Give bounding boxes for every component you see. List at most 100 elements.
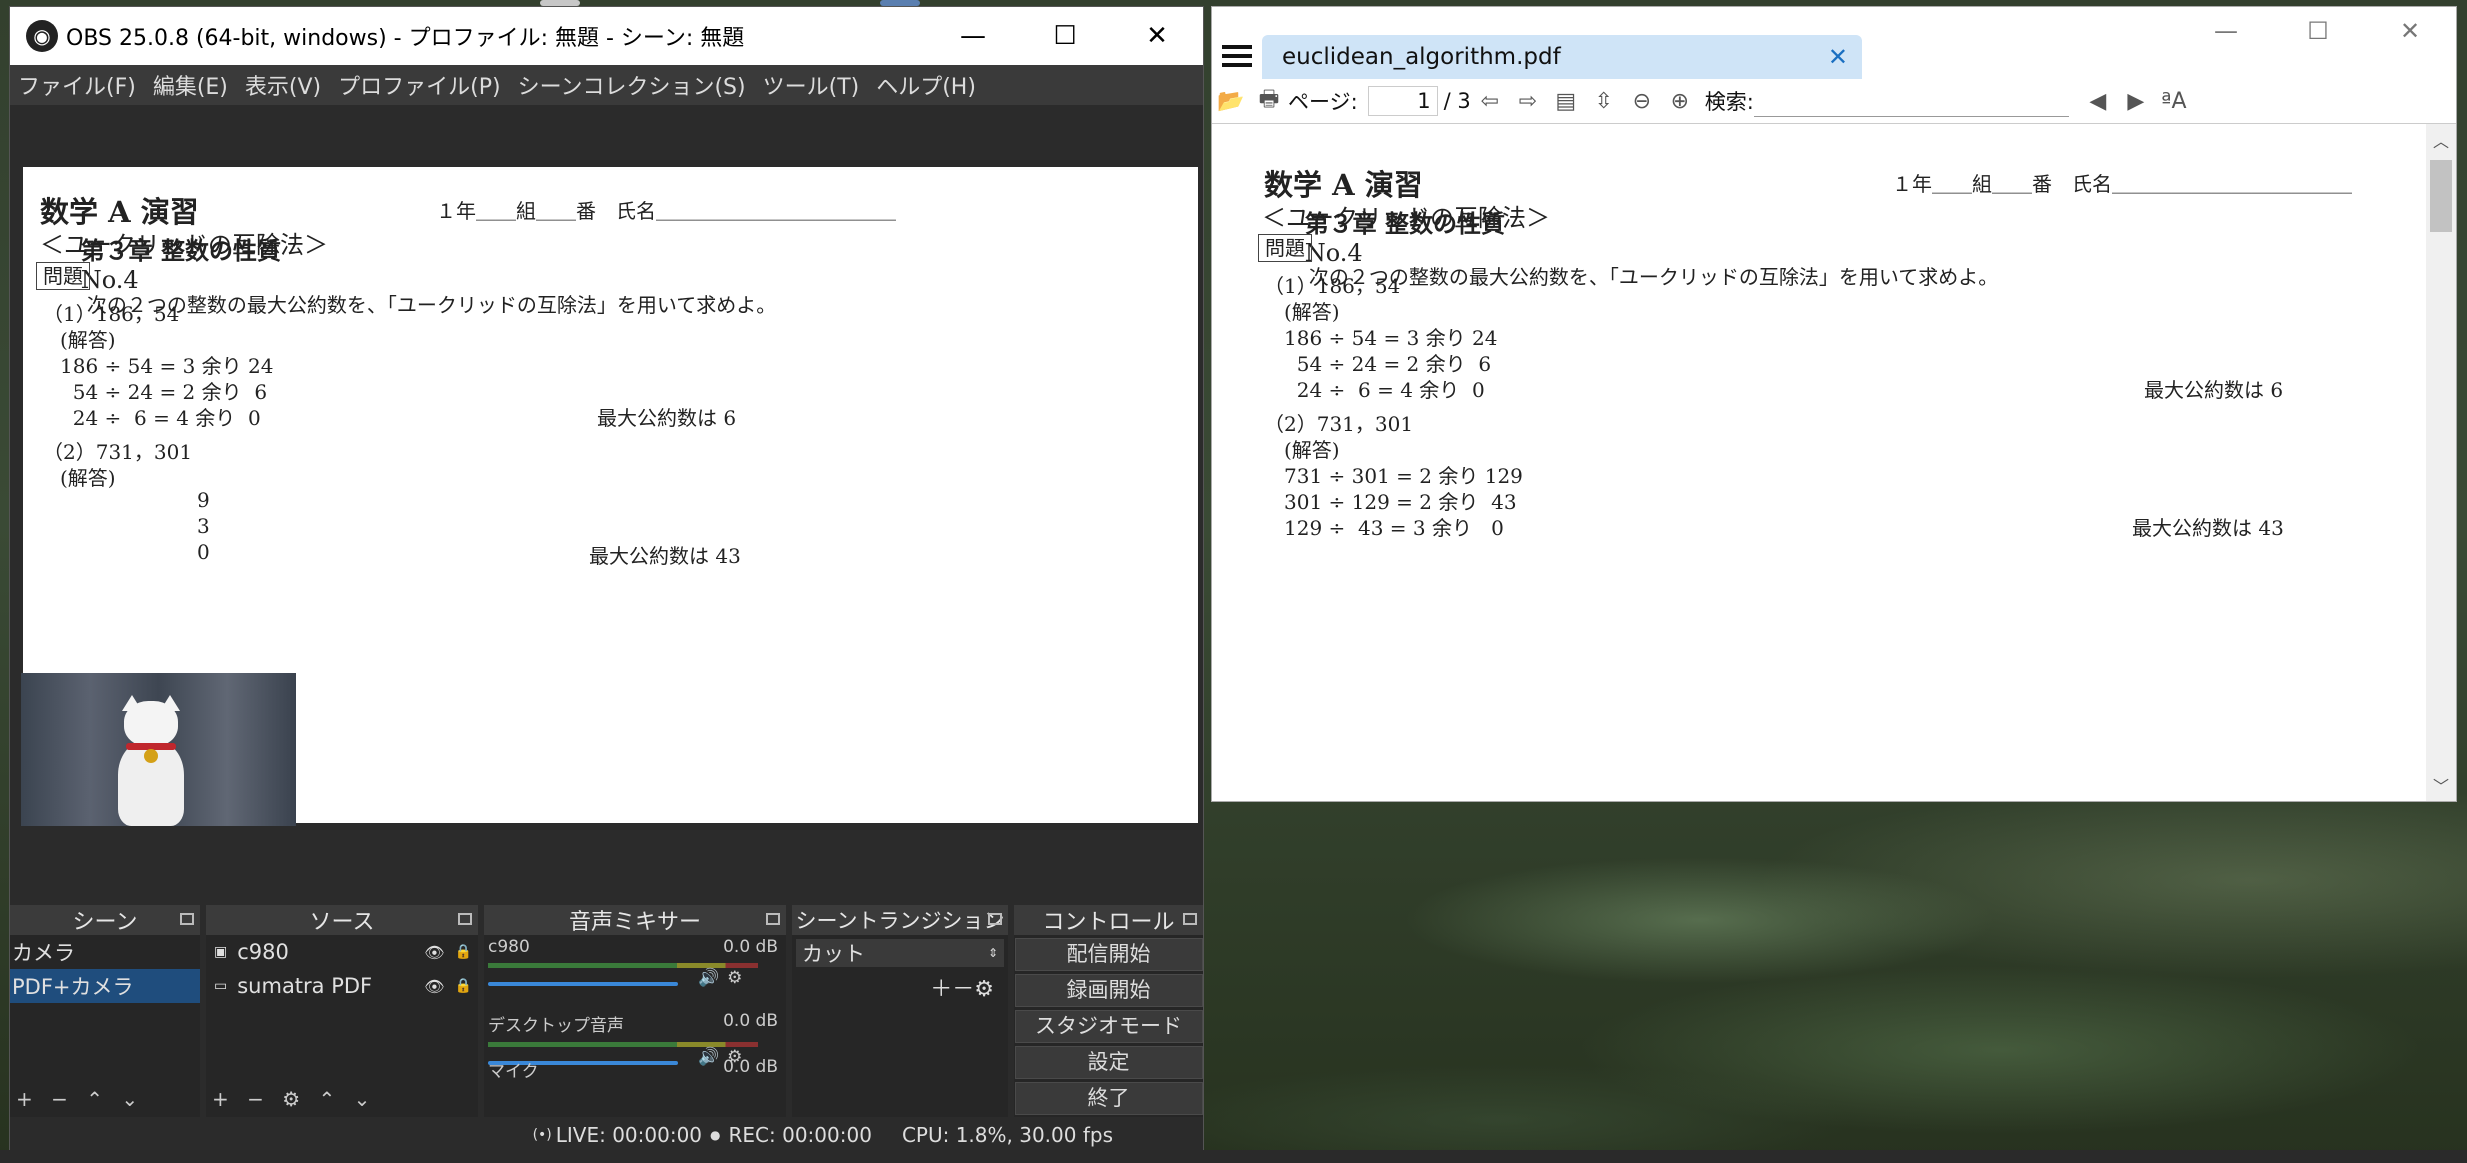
exit-button[interactable]: 終了 [1014, 1082, 1203, 1115]
start-recording-button[interactable]: 録画開始 [1014, 974, 1203, 1007]
scene-item[interactable]: カメラ [10, 935, 200, 969]
menu-scene-collection[interactable]: シーンコレクション(S) [518, 69, 746, 101]
channel-settings-icon[interactable]: ⚙ [727, 968, 742, 988]
maximize-icon[interactable]: ☐ [2272, 17, 2364, 45]
transitions-dock: シーントランジション カット ⇕ ＋－⚙ [792, 905, 1008, 1117]
studio-mode-button[interactable]: スタジオモード [1014, 1010, 1203, 1043]
tab-close-icon[interactable]: ✕ [1828, 43, 1848, 71]
status-bar: (•) LIVE: 00:00:00 ● REC: 00:00:00 CPU: … [10, 1117, 1203, 1152]
chevron-down-icon: ⇕ [987, 946, 998, 960]
source-item[interactable]: ▣ c980 👁 🔒 [206, 935, 478, 969]
pdf-q2-result: 最大公約数は 43 [2132, 516, 2284, 540]
tab-title: euclidean_algorithm.pdf [1282, 44, 1561, 70]
lock-icon[interactable]: 🔒 [455, 944, 472, 960]
match-case-icon[interactable]: ªA [2161, 88, 2187, 114]
minimize-icon[interactable]: — [927, 7, 1019, 65]
prev-page-icon[interactable]: ⇦ [1477, 88, 1503, 114]
pdf-section: ＜ユークリッドの互除法＞ [1262, 204, 1550, 232]
pdf-q1-step: 186 ÷ 54 = 3 余り 24 [60, 354, 274, 378]
menu-profile[interactable]: プロファイル(P) [338, 69, 500, 101]
undock-icon[interactable] [766, 913, 780, 925]
page-total: / 3 [1443, 89, 1471, 113]
visibility-eye-icon[interactable]: 👁 [424, 977, 444, 996]
page-input[interactable]: 1 [1367, 86, 1438, 116]
sumatra-titlebar[interactable]: euclidean_algorithm.pdf ✕ — ☐ ✕ [1212, 7, 2456, 79]
obs-titlebar[interactable]: ◉ OBS 25.0.8 (64-bit, windows) - プロファイル:… [10, 7, 1203, 65]
page-label: ページ: [1288, 90, 1358, 114]
pdf-q1-label: （1）186，54 [43, 302, 180, 326]
menu-file[interactable]: ファイル(F) [18, 69, 136, 101]
settings-button[interactable]: 設定 [1014, 1046, 1203, 1079]
undock-icon[interactable] [988, 913, 1002, 925]
find-next-icon[interactable]: ▶ [2123, 88, 2149, 114]
pdf-problem-tag: 問題 [1258, 234, 1312, 262]
lock-icon[interactable]: 🔒 [455, 978, 472, 994]
visibility-eye-icon[interactable]: 👁 [424, 943, 444, 962]
audio-mixer-dock: 音声ミキサー c980 0.0 dB 🔊 ⚙ デスクトップ音声 0.0 dB 🔊 ⚙… [484, 905, 786, 1117]
camera-icon: ▣ [214, 944, 228, 960]
transition-selected: カット [802, 942, 865, 966]
document-view[interactable]: 数学 A 演習 第３章 整数の性質 No.4 １年＿＿組＿＿番 氏名＿＿＿＿＿＿… [1212, 124, 2424, 799]
pdf-q2-result: 最大公約数は 43 [589, 544, 741, 568]
zoom-in-icon[interactable]: ⊕ [1667, 88, 1693, 114]
dock-area: シーン カメラ PDF+カメラ + − ⌃ ⌄ ソース ▣ c980 👁 🔒 ▭ sum… [10, 905, 1203, 1117]
channel-name: マイク [488, 1062, 539, 1082]
pdf-name-line: １年＿＿組＿＿番 氏名＿＿＿＿＿＿＿＿＿＿＿＿ [436, 199, 896, 223]
search-input[interactable] [1753, 86, 2069, 117]
pdf-q1-step: 24 ÷ 6 = 4 余り 0 [1284, 378, 1485, 402]
window-capture-icon: ▭ [214, 978, 228, 994]
print-icon[interactable]: 🖶 [1256, 87, 1282, 114]
channel-name: デスクトップ音声 [488, 1016, 624, 1036]
controls-dock: コントロール 配信開始 録画開始 スタジオモード 設定 終了 [1014, 905, 1203, 1117]
find-prev-icon[interactable]: ◀ [2085, 88, 2111, 114]
sumatra-toolbar: 📂 🖶 ページ: 1 / 3 ⇦ ⇨ ▤ ⇳ ⊖ ⊕ 検索: ◀ ▶ ªA [1212, 79, 2456, 124]
transition-tools[interactable]: ＋－⚙ [792, 971, 1008, 1003]
menu-edit[interactable]: 編集(E) [153, 69, 228, 101]
preview-canvas[interactable]: 数学 A 演習 第３章 整数の性質 No.4 １年＿＿組＿＿番 氏名＿＿＿＿＿＿… [10, 105, 1203, 885]
minimize-icon[interactable]: — [2180, 17, 2272, 45]
scroll-up-icon[interactable]: ︿ [2426, 128, 2456, 152]
preview-camera-source [21, 673, 296, 826]
menu-tools[interactable]: ツール(T) [763, 69, 860, 101]
scenes-dock: シーン カメラ PDF+カメラ + − ⌃ ⌄ [10, 905, 200, 1117]
next-page-icon[interactable]: ⇨ [1515, 88, 1541, 114]
vertical-scrollbar[interactable]: ︿ ﹀ [2426, 124, 2456, 801]
scene-item[interactable]: PDF+カメラ [10, 969, 200, 1003]
zoom-out-icon[interactable]: ⊖ [1629, 88, 1655, 114]
scene-tools[interactable]: + − ⌃ ⌄ [16, 1087, 144, 1111]
open-file-icon[interactable]: 📂 [1217, 88, 1244, 114]
hamburger-menu-icon[interactable] [1222, 45, 1252, 71]
maximize-icon[interactable]: ☐ [1019, 7, 1111, 65]
transition-select[interactable]: カット ⇕ [796, 939, 1004, 967]
undock-icon[interactable] [458, 913, 472, 925]
menu-view[interactable]: 表示(V) [245, 69, 321, 101]
document-tab[interactable]: euclidean_algorithm.pdf ✕ [1262, 35, 1862, 79]
close-icon[interactable]: ✕ [2364, 17, 2456, 45]
mixer-title: 音声ミキサー [568, 910, 701, 935]
pdf-q1-label: （1）186，54 [1264, 274, 1401, 298]
menu-help[interactable]: ヘルプ(H) [876, 69, 976, 101]
source-tools[interactable]: + − ⚙ ⌃ ⌄ [212, 1087, 376, 1111]
fit-page-icon[interactable]: ▤ [1553, 88, 1579, 114]
close-icon[interactable]: ✕ [1111, 7, 1203, 65]
mixer-channel: マイク 0.0 dB [484, 1055, 786, 1087]
source-item[interactable]: ▭ sumatra PDF 👁 🔒 [206, 969, 478, 1003]
source-label: sumatra PDF [237, 974, 373, 998]
scroll-down-icon[interactable]: ﹀ [2426, 773, 2456, 797]
speaker-icon[interactable]: 🔊 [698, 968, 719, 988]
pdf-title: 数学 A 演習 [40, 195, 199, 229]
start-streaming-button[interactable]: 配信開始 [1014, 938, 1203, 971]
undock-icon[interactable] [180, 913, 194, 925]
controls-title: コントロール [1042, 910, 1175, 935]
pdf-q2-label: （2）731，301 [43, 440, 193, 464]
menu-bar: ファイル(F) 編集(E) 表示(V) プロファイル(P) シーンコレクション(… [10, 65, 1203, 105]
volume-slider[interactable] [488, 982, 678, 986]
mixer-channel: デスクトップ音声 0.0 dB 🔊 ⚙ [484, 1009, 786, 1067]
pdf-q1-step: 54 ÷ 24 = 2 余り 6 [60, 380, 268, 404]
pdf-problem-text: 次の２つの整数の最大公約数を、「ユークリッドの互除法」を用いて求めよ。 [1308, 265, 1999, 289]
pdf-q1-answer: (解答) [1284, 300, 1340, 324]
scrollbar-thumb[interactable] [2430, 160, 2452, 232]
channel-db: 0.0 dB [723, 937, 778, 957]
undock-icon[interactable] [1183, 913, 1197, 925]
fit-width-icon[interactable]: ⇳ [1591, 88, 1617, 114]
